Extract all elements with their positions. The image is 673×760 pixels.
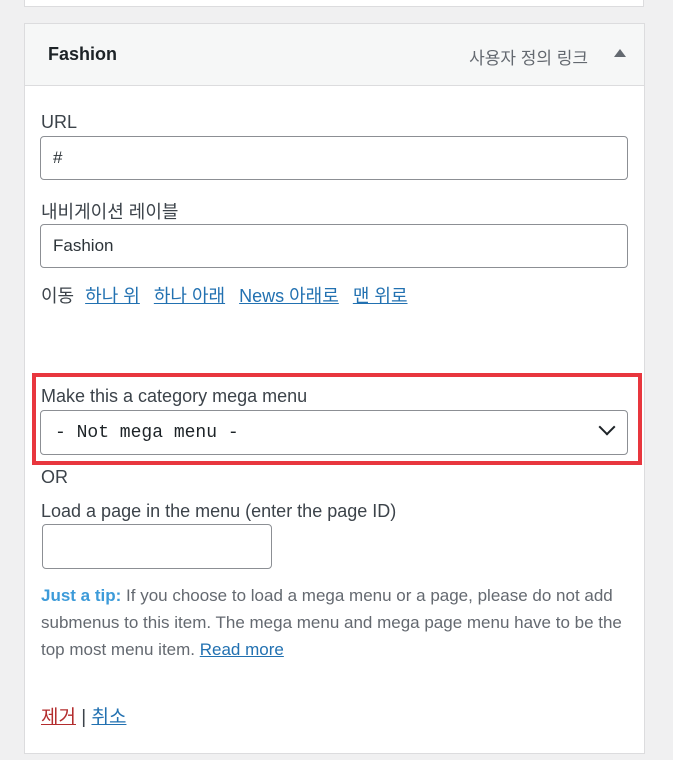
nav-label-input[interactable] [40, 224, 628, 268]
page-id-label: Load a page in the menu (enter the page … [41, 501, 397, 521]
move-down-one-link[interactable]: 하나 아래 [154, 286, 225, 306]
tip-body: If you choose to load a mega menu or a p… [41, 586, 622, 659]
menu-item-header[interactable]: Fashion 사용자 정의 링크 [25, 24, 644, 86]
remove-link[interactable]: 제거 [41, 707, 76, 728]
item-actions: 제거 | 취소 [41, 702, 126, 729]
mega-menu-label: Make this a category mega menu [41, 386, 308, 406]
menu-item-title: Fashion [48, 44, 118, 64]
nav-label-label: 내비게이션 레이블 [41, 202, 179, 222]
previous-menu-item [24, 0, 644, 7]
page-id-input[interactable] [42, 524, 272, 569]
read-more-link[interactable]: Read more [200, 640, 284, 659]
mega-menu-select[interactable]: - Not mega menu - [40, 410, 628, 455]
move-label: 이동 [41, 286, 75, 306]
menu-item-type: 사용자 정의 링크 [469, 49, 588, 68]
cancel-link[interactable]: 취소 [91, 707, 126, 728]
tip-text: Just a tip: If you choose to load a mega… [41, 582, 626, 663]
menu-item-panel: Fashion 사용자 정의 링크 URL 내비게이션 레이블 이동 하나 위 … [24, 23, 645, 754]
actions-separator: | [81, 707, 87, 728]
move-up-one-link[interactable]: 하나 위 [85, 286, 140, 306]
chevron-down-icon [598, 418, 616, 436]
move-under-news-link[interactable]: News 아래로 [239, 286, 339, 306]
url-label: URL [41, 112, 78, 132]
triangle-up-icon[interactable] [614, 49, 626, 57]
url-input[interactable] [40, 136, 628, 180]
move-to-top-link[interactable]: 맨 위로 [353, 286, 408, 306]
move-links: 이동 하나 위 하나 아래 News 아래로 맨 위로 [41, 282, 417, 308]
mega-menu-selected-value: - Not mega menu - [55, 423, 239, 443]
or-text: OR [41, 467, 68, 487]
tip-heading: Just a tip: [41, 586, 122, 605]
